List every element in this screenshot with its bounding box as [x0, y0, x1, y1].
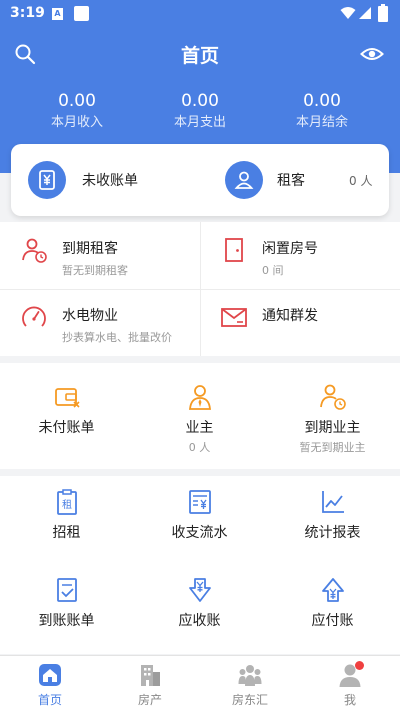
utilities-title: 水电物业 — [62, 308, 118, 324]
unpaid-bills-button[interactable]: 未收账单 — [28, 144, 138, 216]
rent-doc-icon: 租 — [56, 489, 77, 515]
payable-button[interactable]: 应付账 — [266, 576, 399, 630]
svg-text:租: 租 — [62, 498, 72, 511]
tenants-label: 租客 — [277, 173, 305, 189]
broadcast-notice-item[interactable]: 通知群发 — [200, 289, 400, 356]
stat-expense-label: 本月支出 — [173, 115, 226, 130]
nav-home[interactable]: 首页 — [0, 656, 100, 712]
signal-icon — [359, 7, 371, 19]
unpaid-bills-label: 未收账单 — [82, 173, 138, 189]
statistics-label: 统计报表 — [304, 525, 361, 541]
vacant-rooms-subtitle: 0 间 — [262, 264, 284, 277]
stat-expense-value: 0.00 — [181, 91, 219, 111]
home-icon — [39, 664, 61, 686]
nav-community[interactable]: 房东汇 — [200, 656, 300, 712]
tenants-count: 0 人 — [349, 174, 373, 188]
vacant-rooms-item[interactable]: 闲置房号 0 间 — [200, 222, 400, 289]
wifi-icon — [340, 7, 356, 19]
notification-a-icon: A — [52, 8, 63, 20]
nav-home-label: 首页 — [37, 693, 62, 707]
chart-icon — [321, 491, 344, 513]
statistics-button[interactable]: 统计报表 — [266, 488, 399, 542]
building-icon — [141, 665, 160, 686]
receivable-icon — [188, 578, 211, 602]
owners-count: 0 人 — [188, 441, 211, 454]
status-time: 3:19 — [10, 5, 45, 21]
expiring-tenants-subtitle: 暂无到期租客 — [62, 264, 128, 277]
received-bills-label: 到账账单 — [38, 613, 95, 629]
stat-income-value: 0.00 — [58, 91, 96, 111]
nav-property[interactable]: 房产 — [100, 656, 200, 712]
summary-card: 未收账单 租客 0 人 — [11, 144, 389, 216]
notification-dot — [355, 661, 364, 670]
nav-profile-label: 我 — [343, 693, 356, 707]
recruit-tenants-button[interactable]: 租 招租 — [0, 488, 133, 542]
tools-section: 租 招租 收支流水 统计报表 到账账单 应收账 应付账 — [0, 476, 400, 654]
wallet-icon — [54, 388, 80, 408]
unpaid-owner-bills-label: 未付账单 — [38, 420, 95, 436]
stat-income: 0.00 本月收入 — [12, 90, 142, 132]
expiring-owners-subtitle: 暂无到期业主 — [299, 441, 366, 454]
page-title: 首页 — [180, 45, 219, 67]
owners-button[interactable]: 业主 0 人 — [133, 383, 266, 455]
receivable-label: 应收账 — [178, 613, 221, 629]
ledger-icon — [188, 490, 211, 514]
bottom-nav: 首页 房产 房东汇 我 — [0, 655, 400, 712]
door-icon — [225, 238, 243, 262]
nav-community-label: 房东汇 — [231, 693, 268, 707]
stat-balance-value: 0.00 — [303, 91, 341, 111]
stat-expense: 0.00 本月支出 — [135, 90, 265, 132]
vacant-rooms-title: 闲置房号 — [262, 241, 318, 257]
owner-section: 未付账单 业主 0 人 到期业主 暂无到期业主 — [0, 363, 400, 469]
eye-icon[interactable] — [360, 44, 384, 64]
unpaid-owner-bills-button[interactable]: 未付账单 — [0, 383, 133, 437]
utilities-item[interactable]: 水电物业 抄表算水电、批量改价 — [0, 289, 200, 356]
expiring-tenants-item[interactable]: 到期租客 暂无到期租客 — [0, 222, 200, 289]
community-icon — [238, 665, 262, 686]
recruit-tenants-label: 招租 — [52, 525, 81, 541]
broadcast-notice-title: 通知群发 — [262, 308, 318, 324]
expiring-owners-label: 到期业主 — [304, 420, 361, 436]
expiring-tenants-title: 到期租客 — [62, 241, 118, 257]
checked-doc-icon — [56, 578, 77, 602]
mail-icon — [221, 308, 247, 327]
owner-clock-icon — [319, 384, 346, 410]
nav-profile[interactable]: 我 — [300, 656, 400, 712]
tenant-icon — [225, 161, 263, 199]
stat-income-label: 本月收入 — [50, 115, 103, 130]
bill-yen-icon — [28, 161, 66, 199]
tenant-clock-icon — [22, 238, 47, 263]
utilities-subtitle: 抄表算水电、批量改价 — [62, 331, 172, 344]
expiring-owners-button[interactable]: 到期业主 暂无到期业主 — [266, 383, 399, 455]
tenants-button[interactable]: 租客 — [225, 144, 305, 216]
stat-balance-label: 本月结余 — [295, 115, 348, 130]
cashflow-button[interactable]: 收支流水 — [133, 488, 266, 542]
owners-label: 业主 — [185, 420, 214, 436]
status-bar: 3:19 A — [0, 0, 400, 28]
cashflow-label: 收支流水 — [171, 525, 228, 541]
received-bills-button[interactable]: 到账账单 — [0, 576, 133, 630]
owner-icon — [188, 385, 211, 410]
nav-property-label: 房产 — [137, 693, 162, 707]
notification-square-icon — [74, 6, 89, 21]
payable-icon — [321, 578, 344, 602]
alerts-section: 到期租客 暂无到期租客 闲置房号 0 间 水电物业 抄表算水电、批量改价 通知群… — [0, 222, 400, 356]
gauge-icon — [22, 306, 46, 327]
receivable-button[interactable]: 应收账 — [133, 576, 266, 630]
payable-label: 应付账 — [311, 613, 354, 629]
battery-icon — [378, 4, 388, 22]
stat-balance: 0.00 本月结余 — [257, 90, 387, 132]
